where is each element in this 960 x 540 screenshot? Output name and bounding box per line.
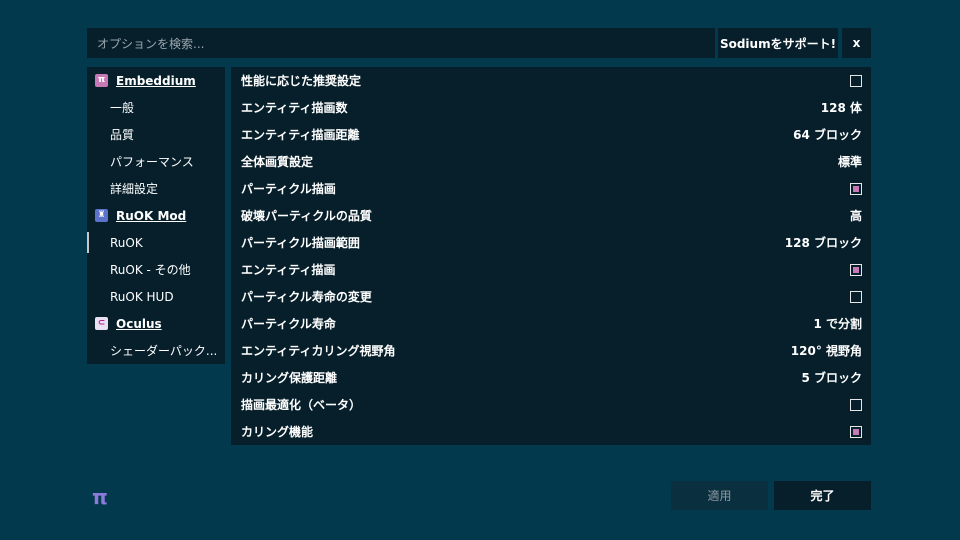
option-row[interactable]: パーティクル寿命 1 で分割	[231, 310, 871, 337]
option-checkbox[interactable]	[850, 290, 862, 303]
option-checkbox[interactable]	[850, 263, 862, 276]
sidebar-page-item[interactable]: 品質	[87, 121, 225, 148]
sidebar-page-item[interactable]: パフォーマンス	[87, 148, 225, 175]
option-label: エンティティ描画数	[241, 101, 348, 115]
option-label: エンティティ描画距離	[241, 128, 360, 142]
search-input[interactable]: オプションを検索...	[87, 28, 715, 58]
option-value[interactable]: 128 体	[821, 99, 862, 116]
option-checkbox[interactable]	[850, 74, 862, 87]
option-value[interactable]: 高	[850, 207, 862, 224]
embeddium-pi-icon: π	[95, 74, 108, 87]
sidebar-item-label: RuOK	[110, 235, 143, 250]
option-row[interactable]: パーティクル寿命の変更	[231, 283, 871, 310]
option-label: 性能に応じた推奨設定	[241, 74, 362, 88]
sidebar-item-label: RuOK Mod	[116, 208, 187, 223]
sidebar-item-label: 詳細設定	[110, 182, 159, 196]
sidebar-page-item[interactable]: 一般	[87, 94, 225, 121]
option-checkbox[interactable]	[850, 182, 862, 195]
option-checkbox[interactable]	[850, 425, 862, 438]
option-label: エンティティカリング視野角	[241, 344, 396, 358]
sidebar-mod-header[interactable]: ⊂ Oculus	[87, 310, 225, 337]
option-value[interactable]: 128 ブロック	[785, 234, 862, 251]
sidebar-page-item[interactable]: RuOK - その他	[87, 256, 225, 283]
search-placeholder: オプションを検索...	[97, 36, 205, 51]
option-label: カリング機能	[241, 425, 314, 439]
sidebar-page-item[interactable]: RuOK	[87, 229, 225, 256]
close-button[interactable]: x	[842, 28, 871, 58]
option-row[interactable]: パーティクル描画	[231, 175, 871, 202]
option-row[interactable]: 破壊パーティクルの品質 高	[231, 202, 871, 229]
sidebar-mod-header[interactable]: ♜ RuOK Mod	[87, 202, 225, 229]
option-checkbox[interactable]	[850, 398, 862, 411]
option-value[interactable]: 5 ブロック	[801, 369, 862, 386]
option-row[interactable]: 描画最適化（ベータ）	[231, 391, 871, 418]
options-list: 性能に応じた推奨設定 エンティティ描画数 128 体エンティティ描画距離 64 ブロッ…	[231, 67, 871, 445]
embeddium-logo-icon: π	[92, 485, 108, 509]
sidebar-item-label: Oculus	[116, 316, 162, 331]
option-row[interactable]: カリング保護距離 5 ブロック	[231, 364, 871, 391]
option-value[interactable]: 1 で分割	[813, 315, 862, 332]
option-label: パーティクル描画範囲	[241, 236, 360, 250]
sidebar-page-item[interactable]: シェーダーパック...	[87, 337, 225, 364]
option-label: 描画最適化（ベータ）	[241, 398, 362, 412]
sidebar-page-item[interactable]: 詳細設定	[87, 175, 225, 202]
option-row[interactable]: 性能に応じた推奨設定	[231, 67, 871, 94]
option-row[interactable]: カリング機能	[231, 418, 871, 445]
sidebar-item-label: 一般	[110, 101, 135, 115]
oculus-icon: ⊂	[95, 317, 108, 330]
sidebar-item-label: RuOK - その他	[110, 263, 191, 277]
option-label: 全体画質設定	[241, 155, 314, 169]
option-label: パーティクル寿命	[241, 317, 336, 331]
sidebar-item-label: RuOK HUD	[110, 289, 174, 304]
option-label: エンティティ描画	[241, 263, 336, 277]
sidebar-item-label: シェーダーパック...	[110, 344, 218, 358]
option-value[interactable]: 120° 視野角	[791, 342, 862, 359]
sidebar-item-label: 品質	[110, 128, 135, 142]
option-value[interactable]: 標準	[838, 153, 862, 170]
support-sodium-button[interactable]: Sodiumをサポート!	[718, 28, 838, 58]
sidebar-mod-header[interactable]: π Embeddium	[87, 67, 225, 94]
option-row[interactable]: エンティティ描画距離 64 ブロック	[231, 121, 871, 148]
done-button[interactable]: 完了	[774, 481, 871, 510]
option-label: カリング保護距離	[241, 371, 338, 385]
option-value[interactable]: 64 ブロック	[793, 126, 862, 143]
option-label: パーティクル描画	[241, 182, 336, 196]
option-row[interactable]: パーティクル描画範囲 128 ブロック	[231, 229, 871, 256]
option-row[interactable]: エンティティ描画数 128 体	[231, 94, 871, 121]
ruok-mod-icon: ♜	[95, 209, 108, 222]
option-row[interactable]: 全体画質設定 標準	[231, 148, 871, 175]
sidebar-item-label: パフォーマンス	[110, 155, 194, 169]
sidebar-page-item[interactable]: RuOK HUD	[87, 283, 225, 310]
option-label: 破壊パーティクルの品質	[241, 209, 372, 223]
sidebar-item-label: Embeddium	[116, 73, 196, 88]
option-row[interactable]: エンティティカリング視野角 120° 視野角	[231, 337, 871, 364]
sidebar: π Embeddium 一般 品質 パフォーマンス 詳細設定 ♜ RuOK Mod RuOK Ru…	[87, 67, 225, 364]
option-row[interactable]: エンティティ描画	[231, 256, 871, 283]
option-label: パーティクル寿命の変更	[241, 290, 372, 304]
apply-button[interactable]: 適用	[671, 481, 768, 510]
